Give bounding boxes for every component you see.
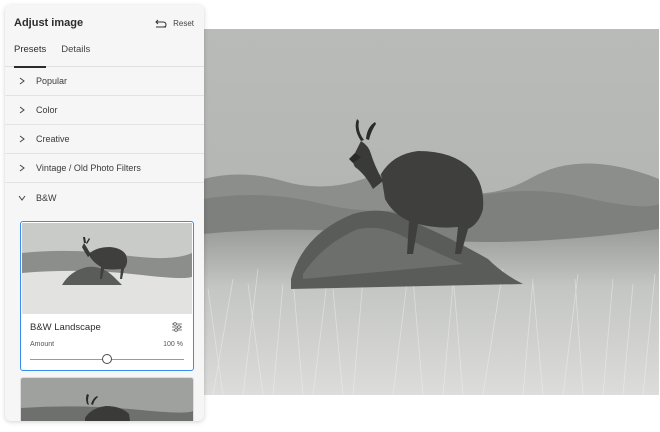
chevron-right-icon [18,135,26,143]
tab-details[interactable]: Details [61,41,90,67]
amount-value: 100 % [163,341,183,348]
category-creative[interactable]: Creative [5,125,204,154]
preset-name: B&W Landscape [30,322,101,333]
photo-topi-antelope [203,29,659,395]
amount-label: Amount [30,341,55,348]
chevron-right-icon [18,106,26,114]
chevron-down-icon [18,194,26,202]
sliders-settings-icon[interactable] [171,320,183,332]
panel-header: Adjust image Reset [5,5,204,41]
amount-slider-thumb[interactable] [102,354,112,364]
category-label: B&W [36,192,57,203]
tab-presets[interactable]: Presets [14,41,47,68]
category-label: Color [36,105,58,115]
chevron-right-icon [18,164,26,172]
panel-tabs: Presets Details [5,41,204,68]
reset-label: Reset [173,18,194,28]
preset-thumbnail[interactable] [22,223,192,314]
category-bw[interactable]: B&W [5,183,204,212]
reset-undo-icon [155,19,167,28]
preset-card-bw-landscape[interactable]: B&W Landscape Amount 100 % [20,221,194,371]
category-label: Creative [36,134,70,144]
reset-button[interactable]: Reset [155,18,194,28]
category-popular[interactable]: Popular [5,67,204,96]
category-color[interactable]: Color [5,96,204,125]
preset-card-next[interactable] [20,377,194,421]
panel-title: Adjust image [14,17,84,29]
category-label: Vintage / Old Photo Filters [36,163,141,173]
preset-thumbnail[interactable] [21,378,193,421]
category-label: Popular [36,76,68,86]
adjust-image-panel: Adjust image Reset Presets Details Popul… [5,5,204,421]
image-canvas[interactable] [203,29,659,395]
chevron-right-icon [18,77,26,85]
category-vintage[interactable]: Vintage / Old Photo Filters [5,154,204,183]
app-stage: Adjust image Reset Presets Details Popul… [0,0,660,432]
